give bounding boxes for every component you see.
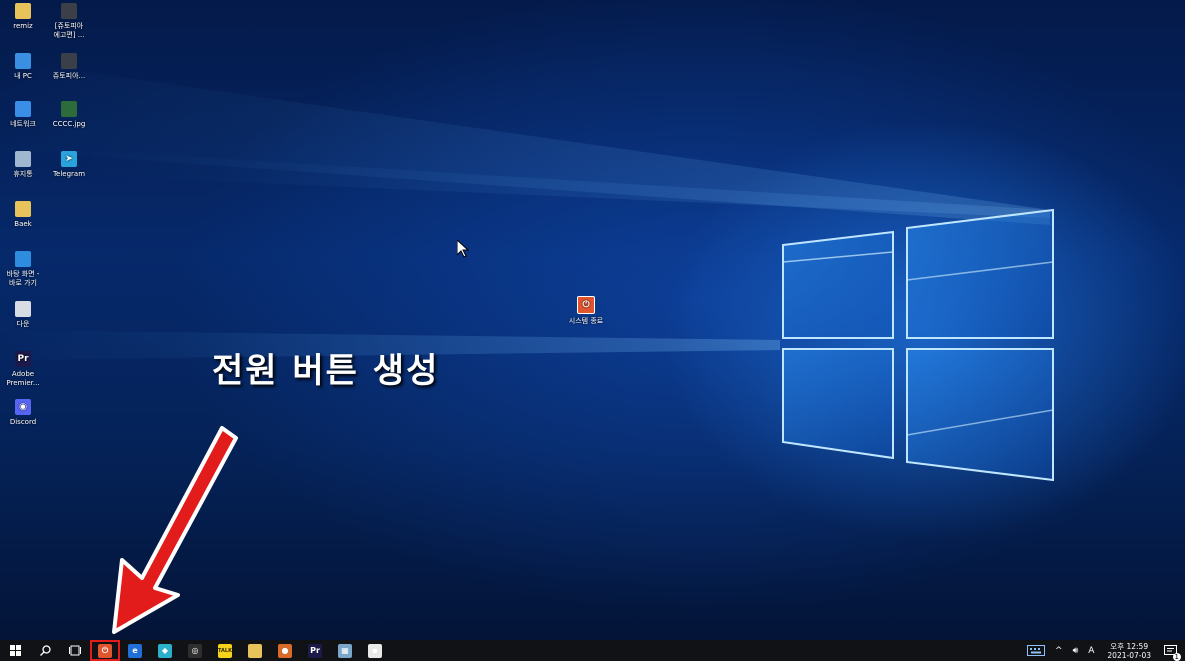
clock-time: 오후 12:59 (1110, 641, 1149, 651)
taskbar-app-app-orange[interactable]: ● (270, 640, 300, 661)
folder-icon (15, 3, 31, 19)
clock-date: 2021-07-03 (1107, 650, 1151, 660)
system-tray: ^ 🔊︎ A 오후 12:59 2021-07-03 1 (1022, 640, 1185, 661)
desktop-icon[interactable]: 내 PC (0, 53, 46, 81)
taskbar-app-premiere[interactable]: Pr (300, 640, 330, 661)
desktop-icon-label: 휴지통 (13, 170, 33, 178)
desktop-icon-label: Telegram (52, 170, 86, 178)
chevron-up-icon[interactable]: ^ (1055, 646, 1063, 656)
notification-count-badge: 1 (1172, 652, 1181, 661)
shutdown-shortcut[interactable]: ⏻ 시스템 종료 (563, 296, 609, 326)
desktop-icon[interactable]: ➤ Telegram (46, 151, 92, 179)
desktop-icon[interactable]: CCCC.jpg (46, 101, 92, 129)
mouse-cursor-icon (457, 240, 469, 258)
desktop-icon[interactable]: 쥬토피아... (46, 53, 92, 81)
kakaotalk-icon: TALK (218, 643, 232, 658)
taskbar-app-kakaotalk[interactable]: TALK (210, 640, 240, 661)
app-icon: ● (278, 643, 292, 658)
windows-start-icon (9, 645, 21, 656)
desktop[interactable]: remiz [쥬토피아 에고편] ... 내 PC 쥬토피아... 네트워크 CCCC.j… (0, 0, 1185, 640)
chrome-icon: ◎ (188, 643, 202, 658)
desktop-icon-label: 쥬토피아... (52, 72, 86, 80)
desktop-icon[interactable]: remiz (0, 3, 46, 31)
desktop-icon[interactable]: 네트워크 (0, 101, 46, 129)
notification-center-button[interactable]: 1 (1164, 644, 1181, 661)
desktop-icon-label: 바탕 화면 - 바로 가기 (6, 270, 40, 287)
taskbar: ⏻ e ◆ ◎ TALK ● Pr ▦ ▪ ^ 🔊︎ A 오후 12:59 2021-07-03… (0, 640, 1185, 661)
document-icon (15, 301, 31, 317)
image-file-icon (61, 101, 77, 117)
desktop-icon-label: 네트워크 (10, 120, 36, 128)
taskbar-app-file-explorer[interactable] (240, 640, 270, 661)
desktop-icon-label: remiz (13, 22, 33, 30)
taskbar-app-chrome[interactable]: ◎ (180, 640, 210, 661)
taskbar-app-power-shortcut[interactable]: ⏻ (90, 640, 120, 661)
desktop-icon[interactable]: ◉ Discord (0, 399, 46, 427)
recycle-bin-icon (15, 151, 31, 167)
power-icon: ⏻ (577, 296, 595, 314)
desktop-icon[interactable]: [쥬토피아 에고편] ... (46, 3, 92, 40)
search-button[interactable] (30, 640, 60, 661)
desktop-icon-label: 다운 (16, 320, 30, 328)
desktop-shortcut-icon (15, 251, 31, 267)
desktop-icon[interactable]: Pr Adobe Premier... (0, 351, 46, 388)
edge-icon: e (128, 643, 142, 658)
annotation-caption: 전원 버튼 생성 (212, 351, 440, 391)
ime-indicator[interactable]: A (1088, 646, 1094, 656)
taskbar-app-whale[interactable]: ◆ (150, 640, 180, 661)
video-file-icon (61, 53, 77, 69)
discord-icon: ◉ (15, 399, 31, 415)
telegram-icon: ➤ (61, 151, 77, 167)
desktop-icon-label: Discord (9, 418, 37, 426)
network-icon (15, 101, 31, 117)
image-viewer-icon: ▪ (368, 643, 382, 658)
desktop-icon-label: CCCC.jpg (52, 120, 86, 128)
taskbar-app-image-viewer[interactable]: ▪ (360, 640, 390, 661)
desktop-icon-label: Adobe Premier... (6, 370, 40, 387)
desktop-icon[interactable]: 바탕 화면 - 바로 가기 (0, 251, 46, 288)
whale-browser-icon: ◆ (158, 643, 172, 658)
desktop-icon-label: Baek (14, 220, 32, 228)
computer-icon (15, 53, 31, 69)
start-button[interactable] (0, 640, 30, 661)
annotation-arrow-icon (112, 426, 238, 634)
shutdown-shortcut-label: 시스템 종료 (568, 317, 604, 325)
folder-icon (15, 201, 31, 217)
task-view-icon (69, 645, 81, 656)
search-icon (39, 645, 51, 656)
keyboard-icon[interactable] (1027, 645, 1046, 656)
desktop-icon-label: 내 PC (14, 72, 32, 80)
video-file-icon (61, 3, 77, 19)
power-icon: ⏻ (98, 643, 112, 658)
desktop-icon[interactable]: Baek (0, 201, 46, 229)
task-view-button[interactable] (60, 640, 90, 661)
desktop-icon[interactable]: 휴지통 (0, 151, 46, 179)
desktop-icon-label: [쥬토피아 에고편] ... (53, 22, 85, 39)
folder-icon (248, 643, 262, 658)
premiere-icon: Pr (308, 643, 322, 658)
clock[interactable]: 오후 12:59 2021-07-03 (1107, 642, 1151, 660)
taskbar-app-edge[interactable]: e (120, 640, 150, 661)
desktop-icon[interactable]: 다운 (0, 301, 46, 329)
taskbar-app-notepad[interactable]: ▦ (330, 640, 360, 661)
notepad-icon: ▦ (338, 643, 352, 658)
volume-icon[interactable]: 🔊︎ (1073, 646, 1079, 656)
premiere-icon: Pr (15, 351, 31, 367)
